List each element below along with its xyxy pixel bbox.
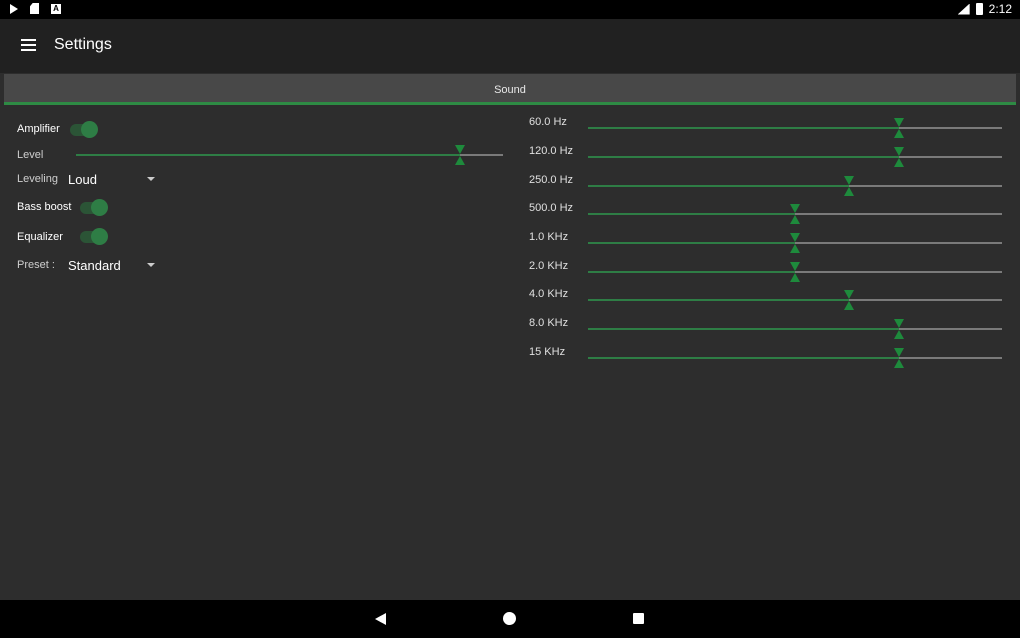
equalizer-switch[interactable] [80, 228, 108, 245]
hamburger-menu-icon[interactable] [21, 39, 36, 51]
chevron-down-icon [147, 177, 155, 181]
equalizer-row: Equalizer [17, 231, 63, 243]
eq-band-8khz-label: 8.0 KHz [529, 317, 569, 329]
eq-band-1khz-label: 1.0 KHz [529, 231, 569, 243]
eq-band-500hz-slider[interactable] [588, 204, 1002, 224]
tab-sound-label: Sound [494, 84, 526, 96]
eq-band-1khz-slider[interactable] [588, 233, 1002, 253]
eq-band-15khz-thumb[interactable] [893, 348, 904, 368]
eq-band-60hz-label: 60.0 Hz [529, 116, 567, 128]
eq-band-60hz-slider[interactable] [588, 118, 1002, 138]
leveling-value: Loud [68, 172, 97, 187]
tab-sound[interactable]: Sound [4, 74, 1016, 105]
leveling-label: Leveling [17, 173, 58, 185]
preset-select[interactable]: Standard [68, 257, 158, 274]
chevron-down-icon [147, 263, 155, 267]
signal-icon: 4G [957, 3, 970, 15]
level-label: Level [17, 149, 44, 161]
a-notification-icon: A [51, 3, 61, 14]
eq-band-8khz-thumb[interactable] [893, 319, 904, 339]
amplifier-row: Amplifier [17, 123, 60, 135]
eq-band-4khz-label: 4.0 KHz [529, 288, 569, 300]
equalizer-label: Equalizer [17, 231, 63, 243]
bass-boost-row: Bass boost [17, 201, 71, 213]
preset-value: Standard [68, 258, 121, 273]
page-title: Settings [54, 36, 112, 53]
eq-band-500hz-thumb[interactable] [790, 204, 800, 224]
eq-band-250hz-thumb[interactable] [843, 176, 854, 196]
level-slider-thumb[interactable] [455, 145, 466, 165]
leveling-row: Leveling [17, 173, 58, 185]
leveling-select[interactable]: Loud [68, 171, 158, 188]
eq-band-500hz-label: 500.0 Hz [529, 202, 574, 214]
sd-card-icon [30, 3, 39, 14]
eq-band-250hz-slider[interactable] [588, 176, 1002, 196]
eq-band-1khz-thumb[interactable] [790, 233, 800, 253]
eq-band-120hz-thumb[interactable] [893, 147, 904, 167]
bass-boost-switch[interactable] [80, 199, 108, 216]
network-type-label: 4G [948, 1, 957, 8]
back-icon[interactable] [375, 613, 386, 625]
status-time: 2:12 [988, 2, 1012, 16]
home-icon[interactable] [503, 612, 516, 625]
eq-band-2khz-thumb[interactable] [790, 262, 800, 282]
preset-label: Preset : [17, 259, 55, 271]
status-bar: A 4G 2:12 [0, 0, 1020, 19]
eq-band-15khz-label: 15 KHz [529, 346, 566, 358]
preset-row: Preset : [17, 259, 55, 271]
amplifier-switch[interactable] [70, 121, 98, 138]
eq-band-120hz-slider[interactable] [588, 147, 1002, 167]
level-row: Level [17, 149, 43, 161]
app-bar: Settings [0, 19, 1020, 73]
recents-icon[interactable] [633, 613, 644, 624]
eq-band-4khz-slider[interactable] [588, 290, 1002, 310]
eq-band-120hz-label: 120.0 Hz [529, 145, 574, 157]
bass-boost-label: Bass boost [17, 201, 72, 213]
navigation-bar [0, 600, 1020, 638]
eq-band-4khz-thumb[interactable] [843, 290, 854, 310]
eq-band-60hz-thumb[interactable] [893, 118, 904, 138]
eq-band-8khz-slider[interactable] [588, 319, 1002, 339]
eq-band-250hz-label: 250.0 Hz [529, 174, 574, 186]
amplifier-label: Amplifier [17, 123, 60, 135]
eq-band-2khz-slider[interactable] [588, 262, 1002, 282]
level-slider[interactable] [76, 145, 503, 165]
eq-band-15khz-slider[interactable] [588, 348, 1002, 368]
play-store-icon [10, 3, 18, 14]
battery-charging-icon [975, 3, 983, 15]
eq-band-2khz-label: 2.0 KHz [529, 260, 569, 272]
